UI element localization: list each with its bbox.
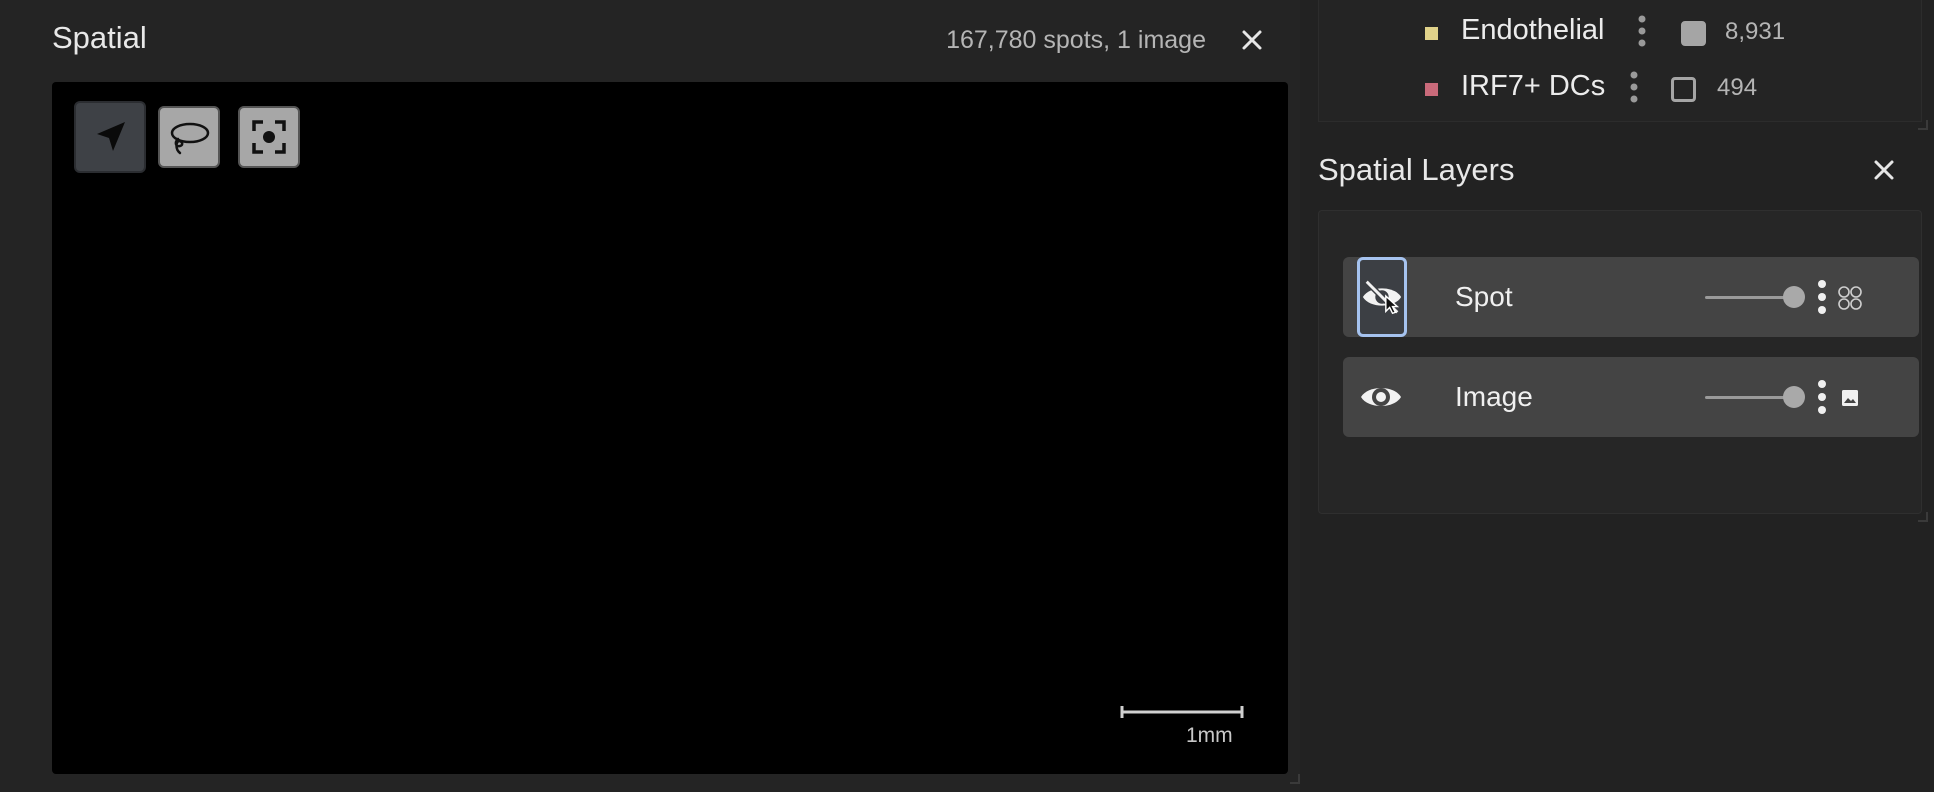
layer-row-spot[interactable]: Spot — [1343, 257, 1919, 337]
opacity-slider-thumb[interactable] — [1783, 286, 1805, 308]
app-root: Spatial 167,780 spots, 1 image 1mm Endot… — [0, 0, 1934, 792]
color-swatch[interactable] — [1425, 27, 1438, 40]
cell-set-row[interactable]: IRF7+ DCs 494 — [1319, 66, 1923, 110]
cell-set-name: IRF7+ DCs — [1461, 70, 1606, 102]
cell-sets-panel: Endothelial 8,931 IRF7+ DCs 494 — [1318, 0, 1922, 122]
resize-handle[interactable] — [1918, 512, 1928, 522]
spatial-layers-close-button[interactable] — [1868, 154, 1900, 186]
navigation-arrow-icon — [97, 122, 125, 151]
lasso-tool-button[interactable] — [158, 106, 220, 168]
more-vertical-icon[interactable] — [1817, 279, 1827, 315]
layer-row-image[interactable]: Image — [1343, 357, 1919, 437]
color-swatch[interactable] — [1425, 83, 1438, 96]
layer-name: Spot — [1455, 281, 1513, 312]
spatial-title: Spatial — [52, 20, 147, 55]
cell-set-count: 494 — [1717, 74, 1758, 101]
spatial-panel: Spatial 167,780 spots, 1 image 1mm — [0, 0, 1300, 792]
visibility-toggle-button[interactable] — [1357, 257, 1407, 337]
more-vertical-icon[interactable] — [1637, 14, 1647, 48]
layer-name: Image — [1455, 381, 1533, 412]
eye-icon — [1361, 388, 1401, 406]
more-vertical-icon[interactable] — [1629, 70, 1639, 104]
pointer-tool-button[interactable] — [74, 101, 146, 173]
cell-set-name: Endothelial — [1461, 14, 1605, 46]
resize-handle[interactable] — [1290, 774, 1300, 784]
opacity-slider-track[interactable] — [1705, 396, 1791, 399]
scale-bar-label: 1mm — [1186, 724, 1233, 747]
spatial-close-button[interactable] — [1236, 24, 1268, 56]
more-vertical-icon[interactable] — [1817, 379, 1827, 415]
recenter-tool-button[interactable] — [238, 106, 300, 168]
image-icon — [1842, 390, 1858, 406]
spatial-viewport[interactable] — [52, 82, 1288, 774]
center-focus-icon — [252, 120, 286, 154]
spatial-layers-panel: Spot Image — [1318, 210, 1922, 514]
cell-set-checkbox[interactable] — [1681, 21, 1706, 46]
close-icon — [1242, 30, 1262, 50]
spatial-layers-title: Spatial Layers — [1318, 152, 1515, 187]
cell-set-count: 8,931 — [1725, 18, 1786, 45]
scale-bar — [1120, 706, 1244, 718]
close-icon — [1874, 160, 1894, 180]
cell-set-checkbox[interactable] — [1671, 77, 1696, 102]
eye-off-icon — [1362, 279, 1402, 315]
opacity-slider-thumb[interactable] — [1783, 386, 1805, 408]
opacity-slider-track[interactable] — [1705, 296, 1791, 299]
spots-grid-icon — [1838, 286, 1862, 310]
cell-set-row[interactable]: Endothelial 8,931 — [1319, 10, 1923, 54]
lasso-icon — [170, 122, 210, 155]
spatial-info: 167,780 spots, 1 image — [946, 26, 1206, 54]
visibility-toggle-button[interactable] — [1355, 357, 1407, 437]
resize-handle[interactable] — [1918, 120, 1928, 130]
